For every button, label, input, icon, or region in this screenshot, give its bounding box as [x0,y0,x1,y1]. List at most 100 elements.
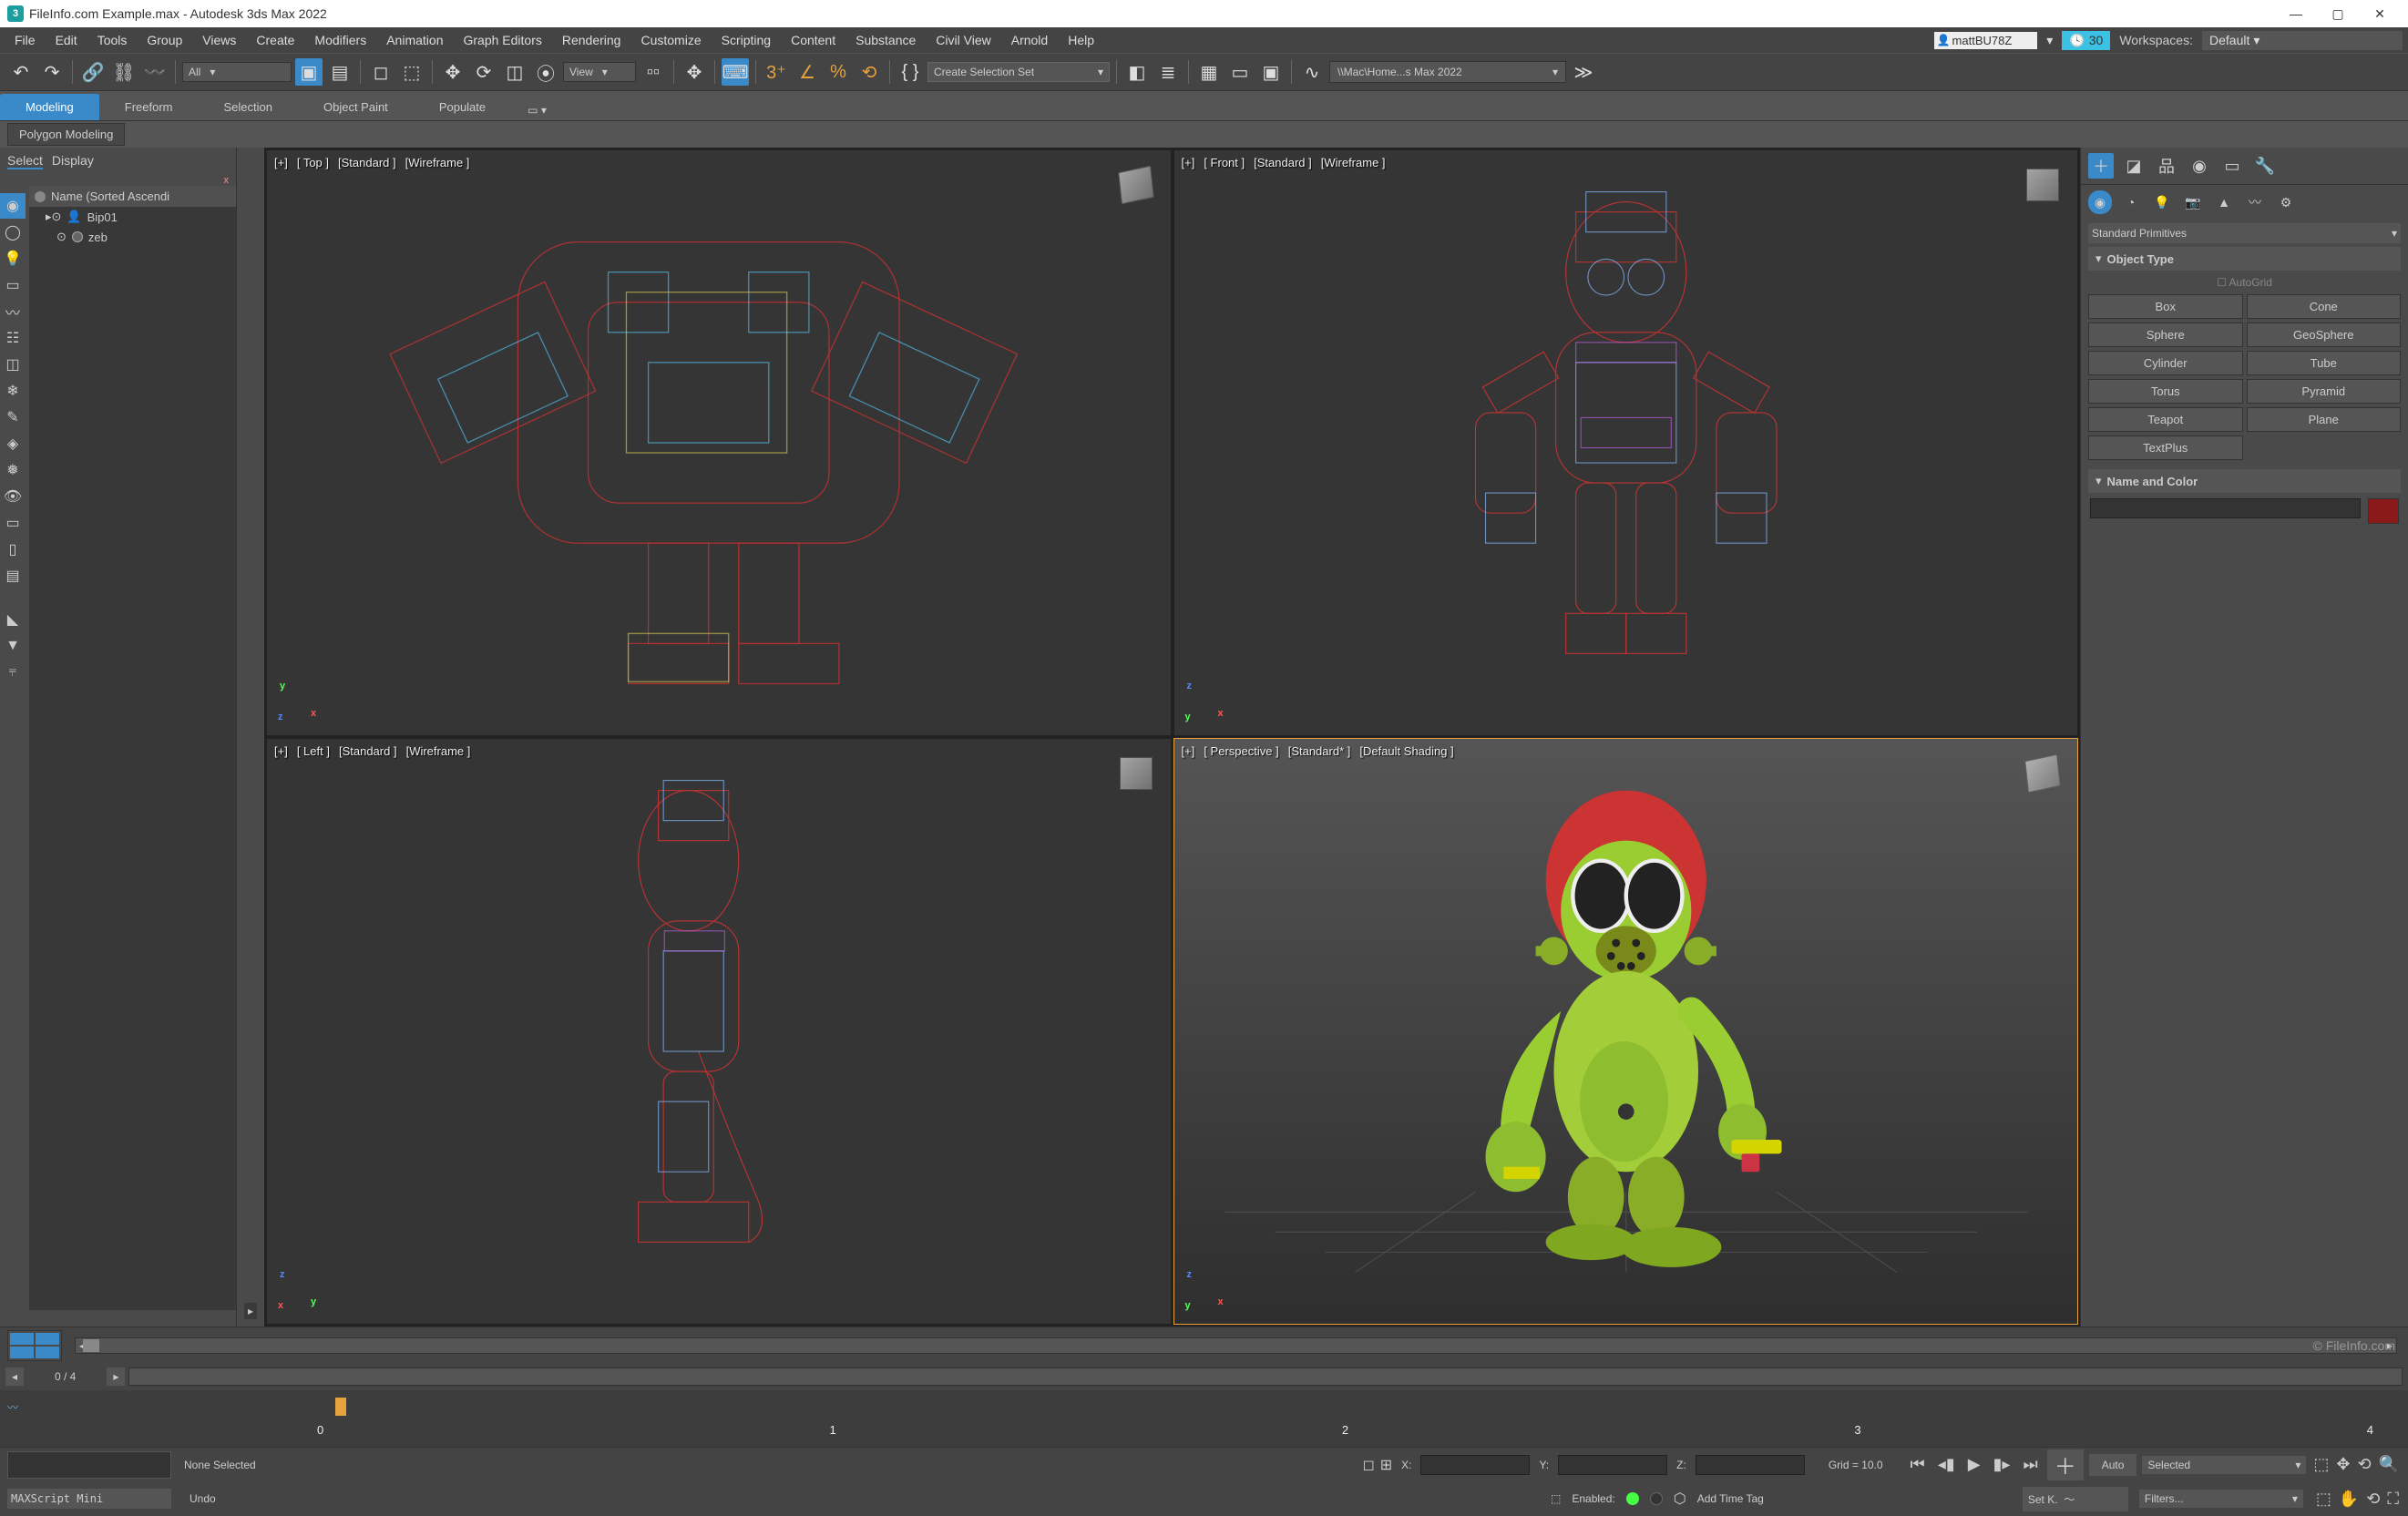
current-time-marker[interactable] [335,1398,346,1416]
ribbon-tab-selection[interactable]: Selection [199,94,298,120]
ribbon-tab-modeling[interactable]: Modeling [0,94,99,120]
workspace-drop[interactable]: Default [2202,31,2403,50]
polygon-modeling-tab[interactable]: Polygon Modeling [7,123,125,146]
minimize-button[interactable]: — [2275,0,2317,27]
close-button[interactable]: ✕ [2359,0,2401,27]
vp-front-shading[interactable]: [Standard ] [1254,156,1312,169]
object-type-rollout[interactable]: ▾ Object Type [2088,247,2401,271]
display-tab-icon[interactable]: ▭ [2219,153,2245,179]
tool-sort-icon[interactable]: ⫧ [0,660,26,685]
toggle-layer-explorer-icon[interactable]: ▭ [1226,58,1254,86]
menu-arnold[interactable]: Arnold [1002,29,1057,51]
add-time-tag-button[interactable]: Add Time Tag [1697,1492,1764,1505]
enabled-on-icon[interactable] [1626,1492,1639,1505]
vp-top-menu[interactable]: [+] [274,156,288,169]
create-tab-icon[interactable]: ＋ [2088,153,2114,179]
create-selection-set-drop[interactable]: Create Selection Set [927,62,1110,82]
tool-filter2-icon[interactable]: ▼ [0,633,26,659]
rotate-icon[interactable]: ⟳ [470,58,497,86]
goto-start-icon[interactable]: ⏮ [1907,1453,1929,1476]
btn-plane[interactable]: Plane [2247,407,2402,432]
helpers-icon[interactable]: ▲ [2212,190,2236,214]
vp-persp-shading[interactable]: [Standard* ] [1288,744,1351,758]
systems-icon[interactable]: ⚙ [2274,190,2298,214]
time-slider[interactable] [128,1367,2403,1386]
vp-persp-menu[interactable]: [+] [1182,744,1195,758]
nav-orbit-icon[interactable]: ⟲ [2355,1453,2372,1476]
menu-rendering[interactable]: Rendering [553,29,630,51]
play-icon[interactable]: ▶ [1964,1453,1984,1476]
placement-icon[interactable]: ⦿ [532,58,559,86]
prev-frame-icon[interactable]: ◂▮ [1934,1453,1959,1476]
shapes-icon[interactable]: ◔ [2119,190,2143,214]
menu-graph-editors[interactable]: Graph Editors [454,29,550,51]
primitive-category-drop[interactable]: Standard Primitives [2088,223,2401,243]
lights-icon[interactable]: 💡 [2150,190,2174,214]
vp-left-style[interactable]: [Wireframe ] [406,744,471,758]
vp-top-shading[interactable]: [Standard ] [338,156,396,169]
window-crossing-icon[interactable]: ⬚ [398,58,425,86]
toggle-scene-explorer-icon[interactable]: ▦ [1195,58,1223,86]
menu-views[interactable]: Views [193,29,245,51]
viewport-top[interactable]: [+] [ Top ] [Standard ] [Wireframe ] [266,149,1172,736]
mirror-icon[interactable]: ◧ [1123,58,1151,86]
user-signin[interactable]: mattBU78Z [1934,32,2038,49]
btn-geosphere[interactable]: GeoSphere [2247,323,2402,347]
link-icon[interactable]: 🔗 [79,58,107,86]
tool-particles-icon[interactable]: ▭ [0,510,26,536]
tool-hidden-icon[interactable]: 👁 [0,484,26,509]
tool-containers-icon[interactable]: ◈ [0,431,26,456]
time-config-icon[interactable]: ＋ [2047,1449,2084,1480]
ref-coord-drop[interactable]: View [563,62,636,82]
menu-edit[interactable]: Edit [46,29,87,51]
use-pivot-icon[interactable]: ▫▫ [640,58,667,86]
select-by-name-icon[interactable]: ▤ [326,58,354,86]
menu-content[interactable]: Content [782,29,845,51]
utilities-tab-icon[interactable]: 🔧 [2252,153,2278,179]
move-icon[interactable]: ✥ [439,58,466,86]
btn-pyramid[interactable]: Pyramid [2247,379,2402,404]
viewport-perspective[interactable]: [+] [ Perspective ] [Standard* ] [Defaul… [1173,738,2079,1325]
menu-animation[interactable]: Animation [377,29,452,51]
btn-box[interactable]: Box [2088,294,2243,319]
vp-front-view[interactable]: [ Front ] [1204,156,1245,169]
lock-selection-icon[interactable]: ◻ [1362,1456,1374,1474]
tool-bone-icon[interactable]: ✎ [0,405,26,430]
object-name-input[interactable] [2090,498,2361,518]
unlink-icon[interactable]: ⛓ [110,58,138,86]
scene-list-header[interactable]: Name (Sorted Ascendi [29,186,236,207]
menu-civil-view[interactable]: Civil View [927,29,999,51]
ribbon-collapse-icon[interactable]: ▭ ▾ [511,100,563,120]
time-ruler[interactable]: 〰 [0,1390,2408,1423]
vp-left-view[interactable]: [ Left ] [297,744,330,758]
tool-shapes-icon[interactable]: ◯ [0,220,26,245]
viewport-layout-button[interactable] [7,1330,62,1361]
vp-top-view[interactable]: [ Top ] [297,156,329,169]
toggle-ribbon-icon[interactable]: ▣ [1257,58,1285,86]
object-color-swatch[interactable] [2368,498,2399,524]
vp-left-shading[interactable]: [Standard ] [339,744,397,758]
snap-3d-icon[interactable]: 3⁺ [763,58,790,86]
coord-display-icon[interactable]: ⊞ [1380,1456,1392,1474]
curve-editor-icon[interactable]: ∿ [1298,58,1326,86]
align-icon[interactable]: ≣ [1154,58,1182,86]
scene-hscroll[interactable]: ◂ ▸ [75,1337,2397,1354]
set-key-button[interactable]: Set K. 〜 [2023,1487,2128,1511]
btn-cone[interactable]: Cone [2247,294,2402,319]
vp-front-menu[interactable]: [+] [1182,156,1195,169]
viewport-left[interactable]: [+] [ Left ] [Standard ] [Wireframe ] [266,738,1172,1325]
menu-substance[interactable]: Substance [846,29,925,51]
geometry-icon[interactable]: ◉ [2088,190,2112,214]
vp-front-style[interactable]: [Wireframe ] [1321,156,1386,169]
enabled-off-icon[interactable] [1650,1492,1663,1505]
select-object-icon[interactable]: ▣ [295,58,323,86]
adaptive-degradation-icon[interactable]: ⬚ [1551,1492,1561,1505]
isolate-icon[interactable]: ⬚ [2311,1453,2331,1476]
tool-extras1-icon[interactable]: ▯ [0,537,26,562]
nav-pan2-icon[interactable]: ⬚ [2314,1488,2333,1511]
spinner-snap-icon[interactable]: ⟲ [856,58,883,86]
menu-customize[interactable]: Customize [631,29,710,51]
z-input[interactable] [1696,1455,1805,1475]
btn-torus[interactable]: Torus [2088,379,2243,404]
nav-pan-icon[interactable]: ✥ [2334,1453,2352,1476]
